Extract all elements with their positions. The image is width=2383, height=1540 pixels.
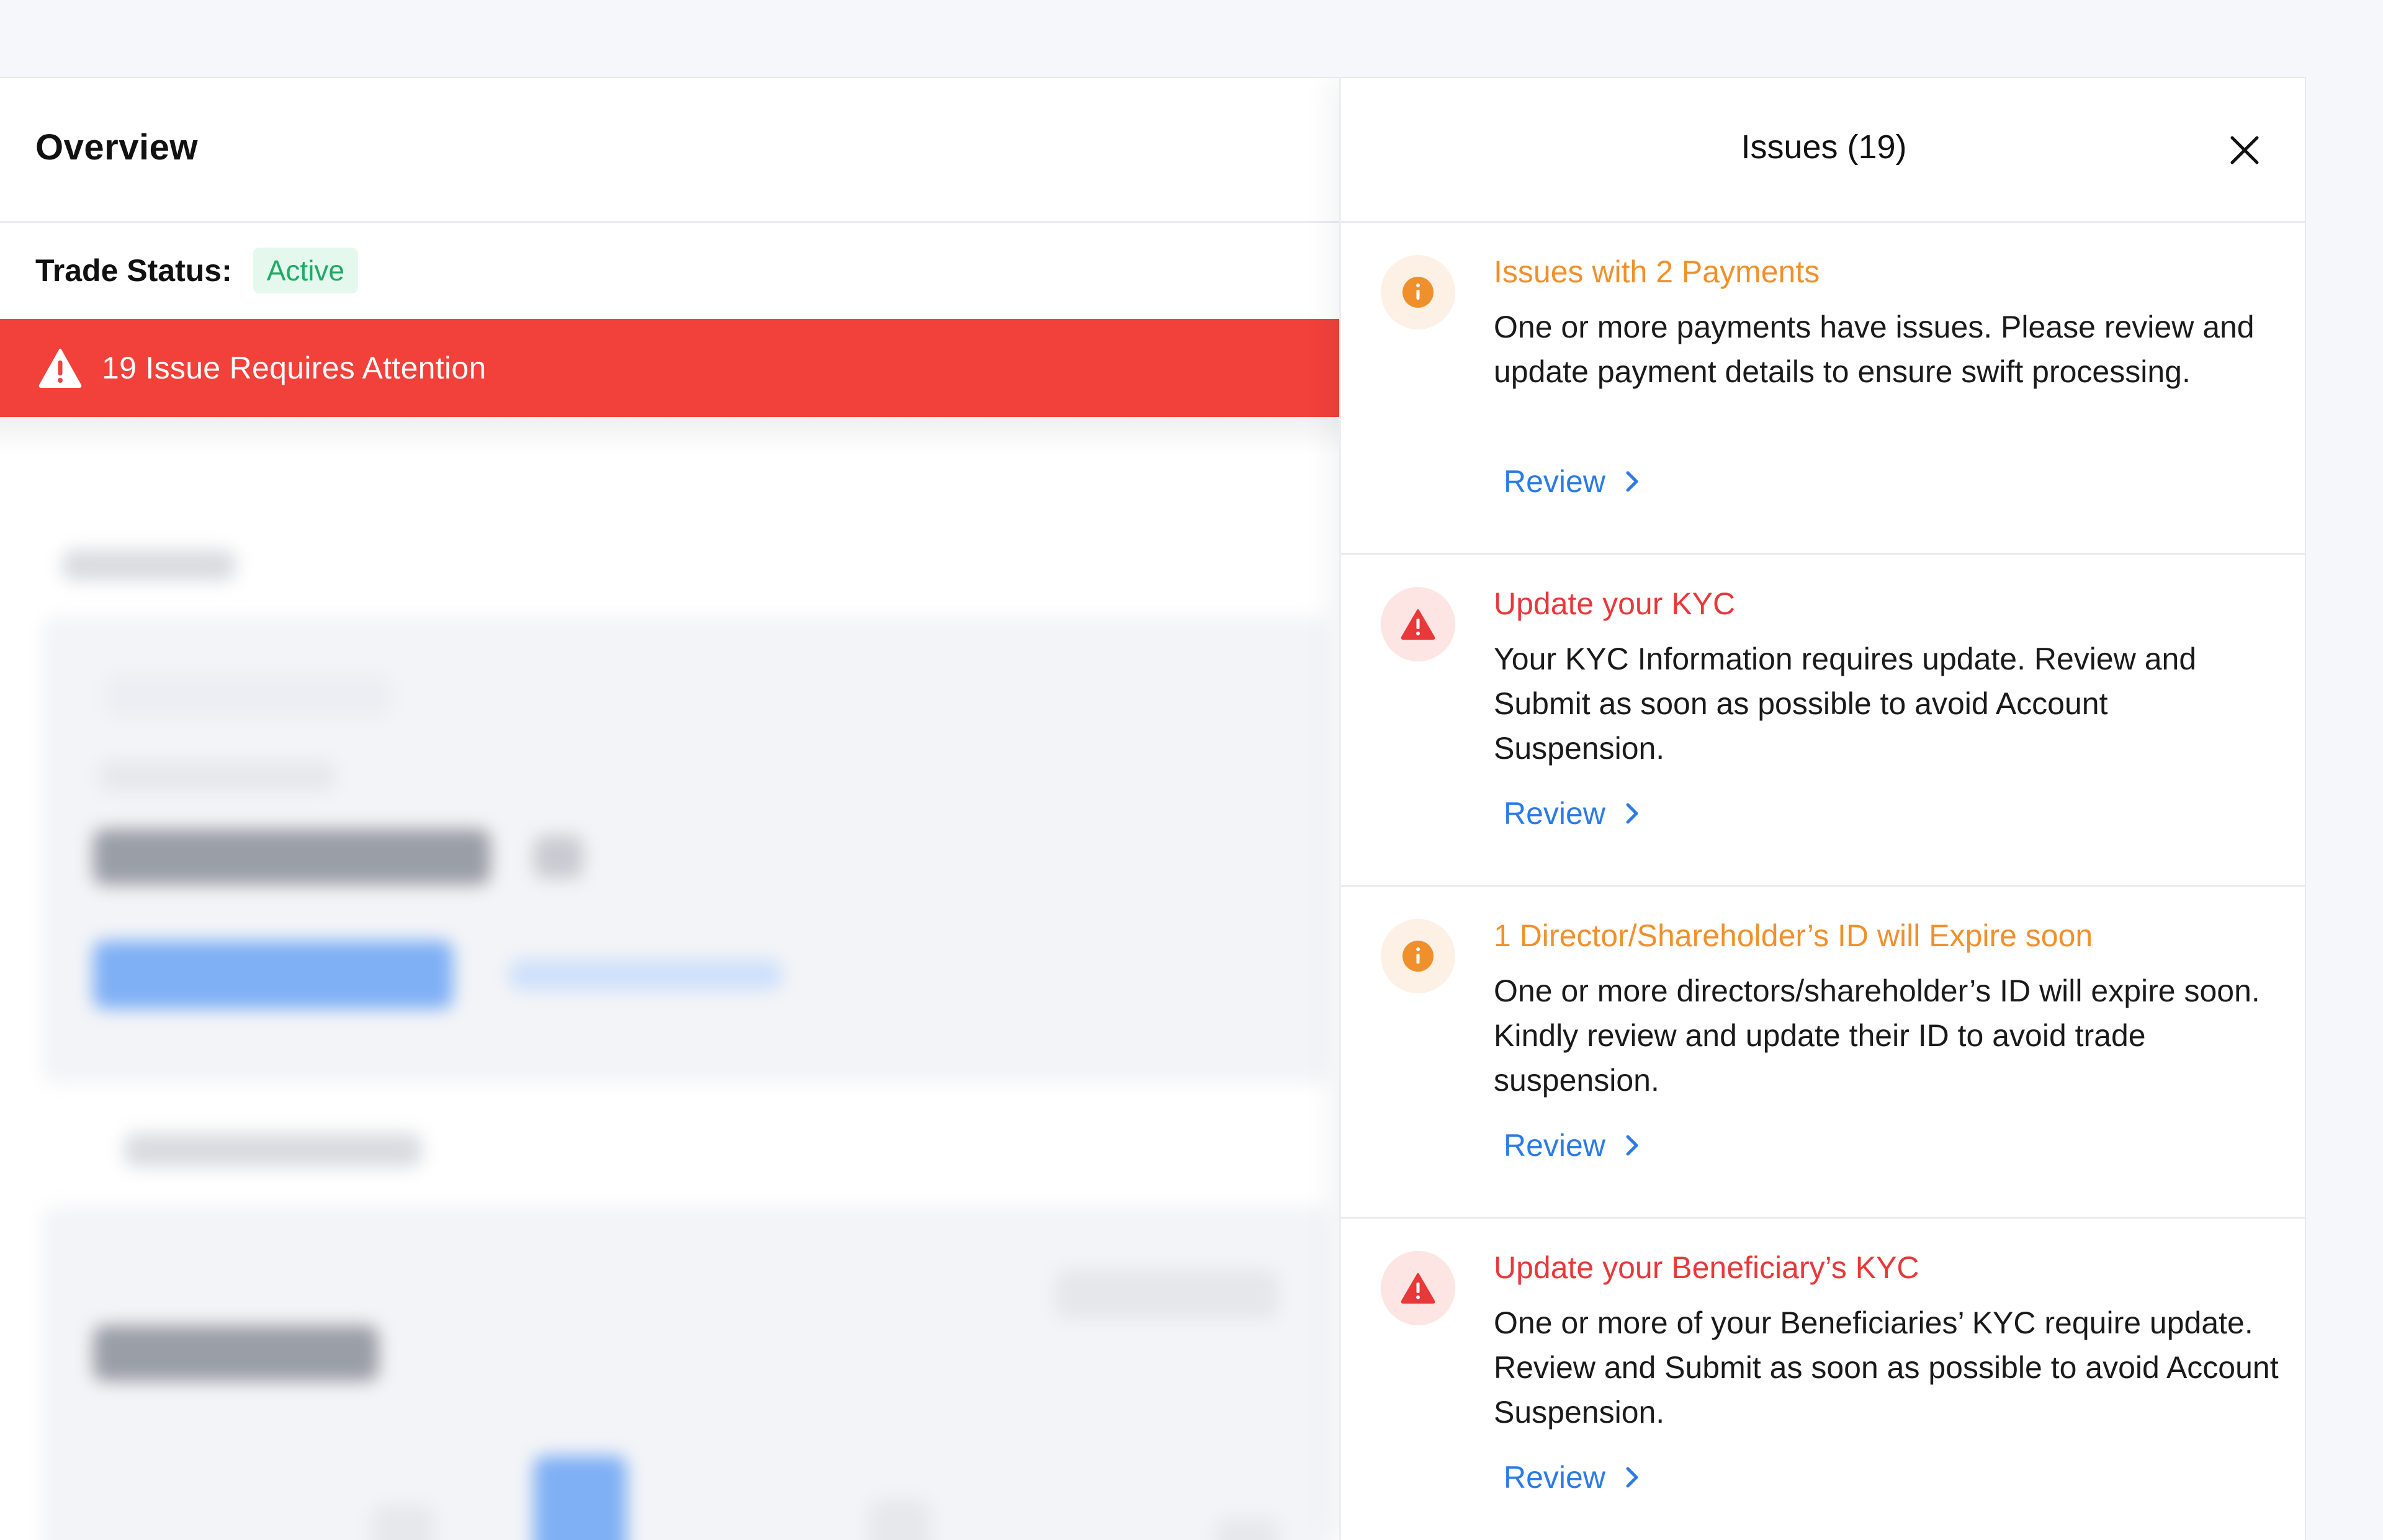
issues-panel-title: Issues (19) [1741, 128, 1907, 166]
blurred-label [99, 761, 335, 792]
issue-item: Issues with 2 Payments One or more payme… [1341, 223, 2305, 555]
issue-description: Your KYC Information requires update. Re… [1494, 642, 2197, 766]
blurred-bar-3 [869, 1499, 931, 1540]
status-badge: Active [253, 248, 359, 293]
trade-status-row: Trade Status: Active [35, 246, 359, 295]
page-title: Overview [35, 127, 198, 168]
issue-title: Update your KYC [1494, 586, 1736, 621]
issue-title: Update your Beneficiary’s KYC [1494, 1250, 1919, 1285]
review-link[interactable]: Review [1504, 1459, 1640, 1495]
blurred-content [0, 426, 1339, 1540]
review-label: Review [1504, 464, 1605, 499]
warning-triangle-icon [1381, 1251, 1455, 1325]
blurred-link [509, 959, 782, 990]
blurred-dropdown [1055, 1269, 1278, 1319]
review-link[interactable]: Review [1504, 463, 1640, 499]
review-label: Review [1504, 1128, 1605, 1163]
review-link[interactable]: Review [1504, 795, 1640, 831]
close-icon [2230, 136, 2259, 164]
issue-description: One or more of your Beneficiaries’ KYC r… [1494, 1305, 2279, 1430]
issue-description: One or more payments have issues. Please… [1494, 310, 2255, 389]
main-card: Overview Trade Status: Active 19 Issue R… [0, 77, 2306, 1540]
overview-header: Overview [0, 78, 1339, 223]
info-circle-icon [1381, 255, 1455, 329]
info-circle-icon [1381, 919, 1455, 993]
blurred-primary-button [93, 941, 453, 1009]
blurred-bar-2 [372, 1505, 434, 1540]
blurred-heading [62, 550, 236, 581]
blurred-subheading [124, 1133, 422, 1167]
chevron-right-icon [1626, 471, 1638, 492]
review-link[interactable]: Review [1504, 1127, 1640, 1163]
warning-triangle-icon [38, 348, 82, 388]
issue-description: One or more directors/shareholder’s ID w… [1494, 974, 2260, 1098]
issue-item: Update your Beneficiary’s KYC One or mor… [1341, 1219, 2305, 1540]
review-label: Review [1504, 796, 1605, 831]
issue-title: Issues with 2 Payments [1494, 254, 1820, 289]
blurred-chip [105, 674, 391, 717]
blurred-bar-4 [1216, 1518, 1278, 1540]
issue-item: 1 Director/Shareholder’s ID will Expire … [1341, 887, 2305, 1219]
blurred-value [93, 829, 490, 885]
blurred-total [93, 1325, 379, 1381]
issues-panel-header: Issues (19) [1341, 78, 2305, 223]
review-label: Review [1504, 1460, 1605, 1495]
overview-section: Overview Trade Status: Active 19 Issue R… [0, 78, 1339, 1540]
chevron-right-icon [1626, 803, 1638, 824]
trade-status-label: Trade Status: [35, 253, 232, 288]
blurred-icon [534, 835, 583, 879]
blurred-bar [534, 1456, 627, 1540]
warning-triangle-icon [1381, 587, 1455, 661]
chevron-right-icon [1626, 1467, 1638, 1488]
issue-title: 1 Director/Shareholder’s ID will Expire … [1494, 918, 2093, 953]
close-button[interactable] [2226, 132, 2263, 169]
issues-panel: Issues (19) Issues with 2 Payments One o… [1339, 78, 2305, 1540]
issues-alert-bar[interactable]: 19 Issue Requires Attention [0, 319, 1339, 417]
alert-text: 19 Issue Requires Attention [102, 351, 487, 385]
chevron-right-icon [1626, 1135, 1638, 1156]
issue-item: Update your KYC Your KYC Information req… [1341, 555, 2305, 887]
